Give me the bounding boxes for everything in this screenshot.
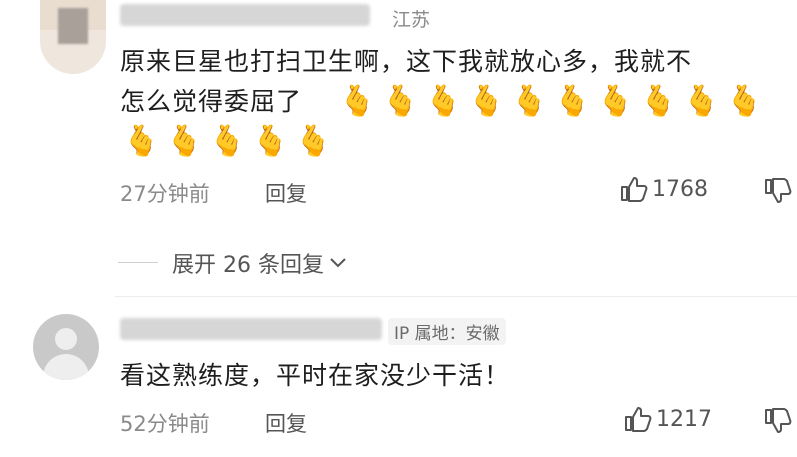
emoji-row-2: 🫰 🫰 🫰 🫰 🫰	[120, 122, 335, 162]
heart-hands-emoji-icon: 🫰	[553, 84, 592, 119]
comment-time: 27分钟前	[120, 182, 210, 206]
comment-text: 看这熟练度，平时在家没少干活！	[120, 361, 511, 390]
comment-text-line-1: 原来巨星也打扫卫生啊，这下我就放心多，我就不	[120, 47, 693, 76]
heart-hands-emoji-icon: 🫰	[294, 124, 333, 159]
thumbs-up-icon	[625, 407, 652, 432]
heart-hands-emoji-icon: 🫰	[251, 124, 290, 159]
heart-hands-emoji-icon: 🫰	[596, 84, 635, 119]
expand-divider	[118, 262, 158, 263]
heart-hands-emoji-icon: 🫰	[467, 84, 506, 119]
ip-location: 江苏	[392, 9, 431, 31]
thumbs-down-icon	[765, 408, 792, 433]
heart-hands-emoji-icon: 🫰	[510, 84, 549, 119]
emoji-row-1: 🫰 🫰 🫰 🫰 🫰 🫰 🫰 🫰 🫰 🫰	[336, 82, 766, 122]
ip-location-tag: IP 属地：安徽	[388, 318, 506, 345]
avatar-head	[55, 328, 77, 350]
dislike-button[interactable]	[764, 178, 792, 208]
like-button[interactable]: 1768	[620, 176, 708, 202]
comment-divider	[115, 296, 797, 297]
username-redacted[interactable]	[120, 318, 382, 340]
thumbs-up-icon	[621, 177, 648, 202]
heart-hands-emoji-icon: 🫰	[424, 84, 463, 119]
heart-hands-emoji-icon: 🫰	[682, 84, 721, 119]
heart-hands-emoji-icon: 🫰	[122, 124, 161, 159]
comment-time: 52分钟前	[120, 412, 210, 436]
like-button[interactable]: 1217	[624, 406, 712, 432]
chevron-down-icon	[330, 258, 346, 268]
heart-hands-emoji-icon: 🫰	[639, 84, 678, 119]
comment-text-line-2: 怎么觉得委屈了	[120, 87, 303, 116]
reply-button[interactable]: 回复	[265, 408, 307, 438]
heart-hands-emoji-icon: 🫰	[208, 124, 247, 159]
heart-hands-emoji-icon: 🫰	[725, 84, 764, 119]
reply-button[interactable]: 回复	[265, 178, 307, 208]
heart-hands-emoji-icon: 🫰	[165, 124, 204, 159]
like-count: 1768	[652, 176, 708, 202]
expand-replies-label: 展开 26 条回复	[172, 253, 324, 278]
expand-replies-button[interactable]: 展开 26 条回复	[172, 247, 348, 279]
avatar-blurred-face	[58, 8, 88, 44]
dislike-button[interactable]	[764, 408, 792, 438]
default-avatar-icon[interactable]	[33, 314, 99, 380]
username-redacted[interactable]	[120, 4, 370, 26]
like-count: 1217	[656, 406, 712, 432]
thumbs-down-icon	[765, 178, 792, 203]
heart-hands-emoji-icon: 🫰	[381, 84, 420, 119]
user-avatar[interactable]	[40, 0, 106, 74]
heart-hands-emoji-icon: 🫰	[338, 84, 377, 119]
avatar-body	[43, 354, 89, 380]
